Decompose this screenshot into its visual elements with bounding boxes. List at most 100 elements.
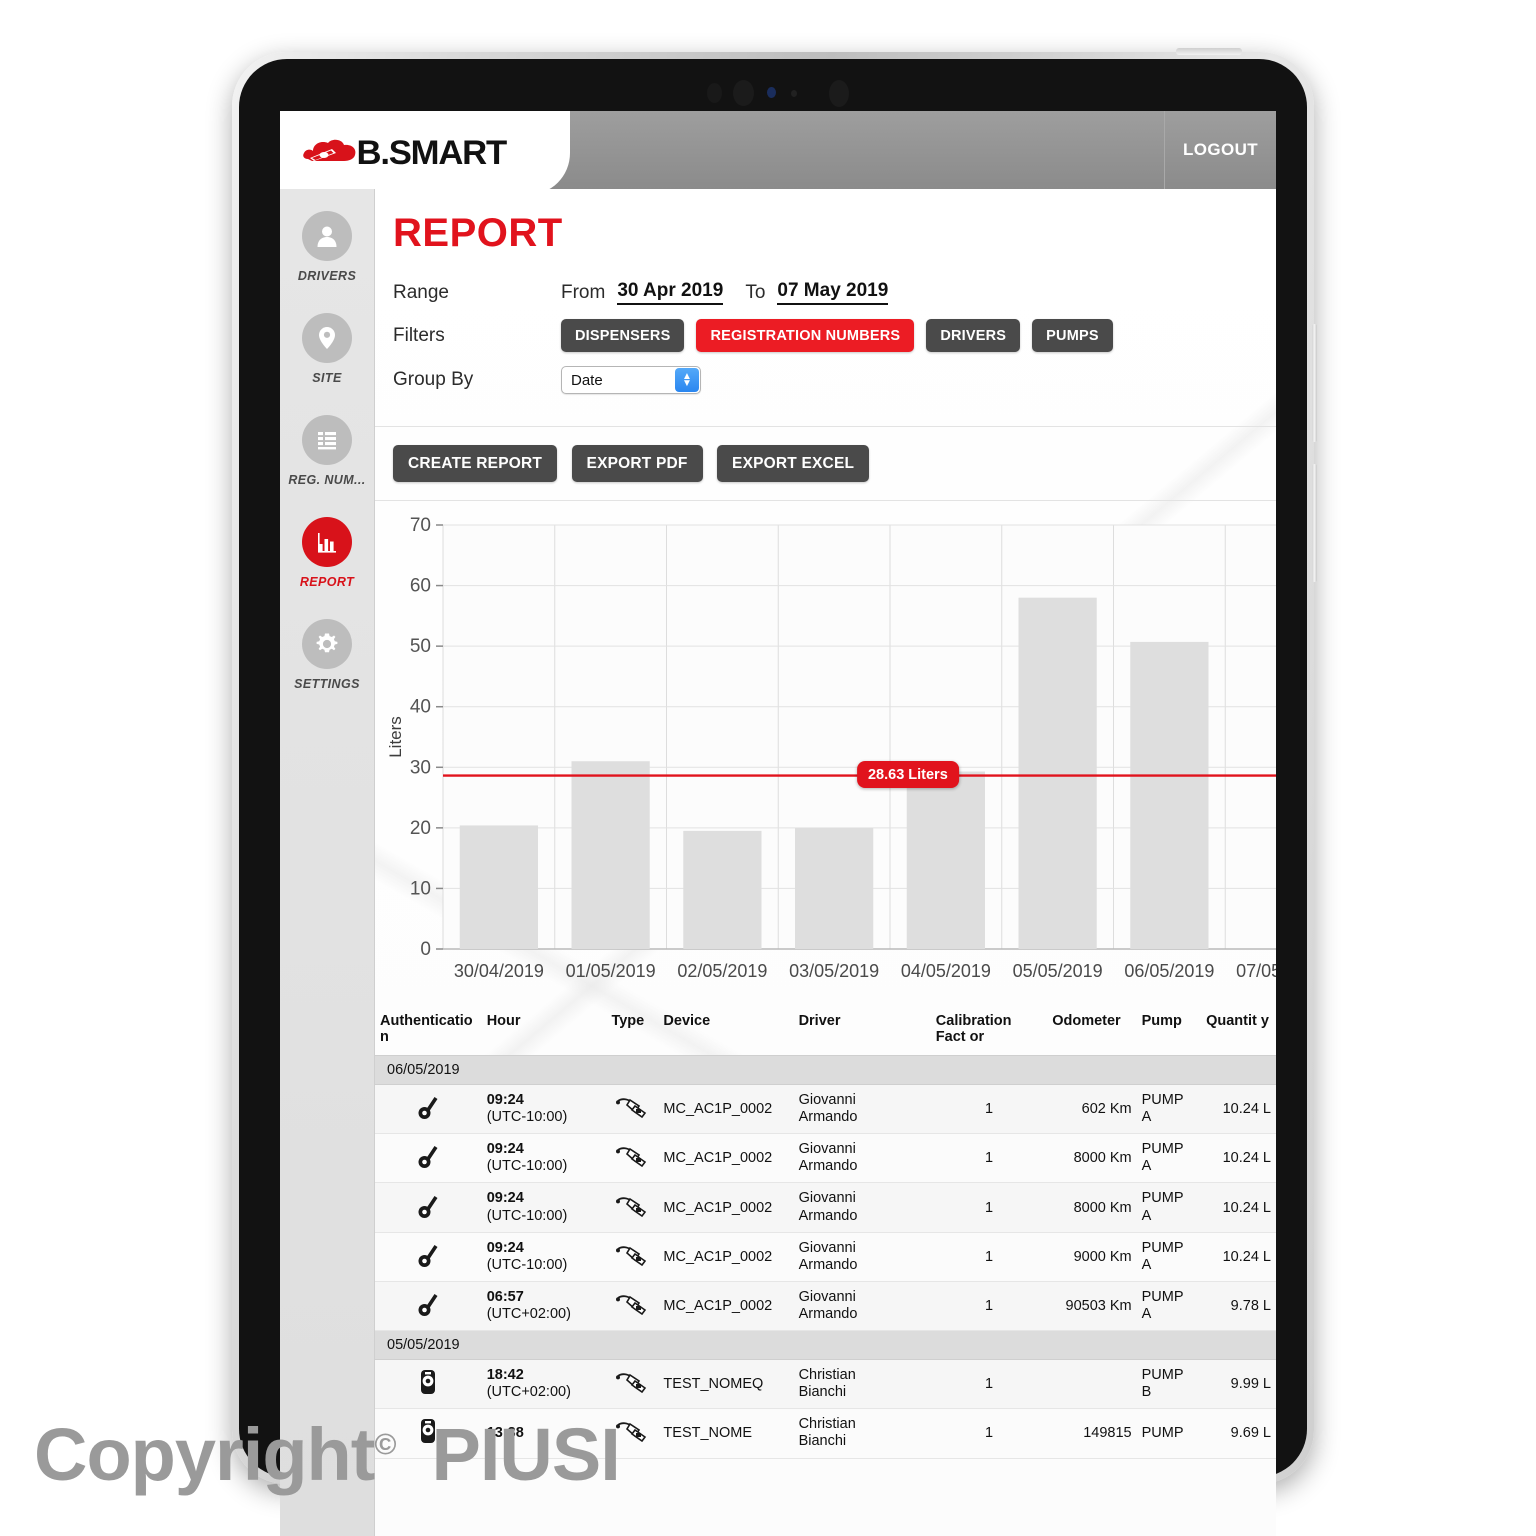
cell-pump: PUMP A	[1136, 1281, 1202, 1332]
cell-hour: 09:24 (UTC-10:00)	[481, 1182, 607, 1233]
cell-driver: Giovanni Armando	[793, 1281, 931, 1332]
col-hour[interactable]: Hour	[481, 1007, 607, 1056]
cell-quantity: 10.24 L	[1201, 1133, 1276, 1184]
svg-text:02/05/2019: 02/05/2019	[677, 961, 767, 981]
cell-calibration-factor: 1	[930, 1084, 1048, 1135]
table-body: 06/05/2019 09:24 (UTC-10:00) MC_AC1P_0002 Gi…	[375, 1055, 1276, 1459]
hour-value: 09:24	[486, 1092, 524, 1108]
map-pin-icon	[302, 313, 352, 363]
table-row[interactable]: 06:57 (UTC+02:00) MC_AC1P_0002 Giovanni Arma…	[375, 1281, 1276, 1332]
col-driver[interactable]: Driver	[793, 1007, 931, 1056]
list-icon	[302, 415, 352, 465]
fuel-nozzle-icon	[615, 1147, 649, 1171]
group-date-label: 06/05/2019	[375, 1055, 1276, 1085]
hour-timezone: (UTC+02:00)	[486, 1384, 571, 1401]
svg-text:05/05/2019: 05/05/2019	[1013, 961, 1103, 981]
svg-text:20: 20	[410, 818, 431, 839]
svg-text:40: 40	[410, 697, 431, 718]
brand-logo[interactable]: B.SMART	[280, 111, 570, 195]
ibutton-key-icon	[417, 1146, 439, 1174]
svg-text:04/05/2019: 04/05/2019	[901, 961, 991, 981]
hour-value: 09:24	[486, 1239, 524, 1256]
sidebar-item-drivers[interactable]: DRIVERS	[280, 211, 374, 283]
sensor-dot-2	[767, 87, 776, 98]
svg-text:0: 0	[420, 939, 431, 960]
cell-odometer: 8000 Km	[1047, 1133, 1137, 1184]
cell-hour: 13:38	[481, 1408, 607, 1459]
sidebar-label-site: SITE	[312, 371, 342, 385]
svg-text:30: 30	[410, 757, 431, 778]
col-device[interactable]: Device	[658, 1007, 794, 1056]
group-by-select[interactable]: Date ▲ ▼	[561, 366, 701, 394]
table-row[interactable]: 09:24 (UTC-10:00) MC_AC1P_0002 Giovanni Arma…	[375, 1182, 1276, 1233]
table-row[interactable]: 13:38 TEST_NOME Christian Bianchi 1 149815 PUM…	[375, 1408, 1276, 1459]
cell-authentication-icon	[375, 1182, 482, 1233]
app-header: B.SMART LOGOUT	[280, 111, 1276, 195]
fuel-nozzle-icon	[615, 1246, 649, 1270]
filter-registration-numbers-button[interactable]: REGISTRATION NUMBERS	[696, 319, 915, 352]
export-excel-button[interactable]: EXPORT EXCEL	[717, 445, 870, 482]
cell-odometer: 8000 Km	[1047, 1182, 1137, 1233]
cell-type-icon	[606, 1084, 659, 1135]
sidebar-item-report[interactable]: REPORT	[280, 517, 374, 589]
table-row[interactable]: 09:24 (UTC-10:00) MC_AC1P_0002 Giovanni Arma…	[375, 1133, 1276, 1184]
hour-value: 06:57	[486, 1288, 524, 1305]
tablet-volume-up-button[interactable]	[1312, 324, 1317, 442]
filter-pumps-button[interactable]: PUMPS	[1032, 319, 1113, 352]
group-by-value: Date	[571, 371, 603, 389]
export-pdf-button[interactable]: EXPORT PDF	[571, 445, 703, 482]
gear-icon	[302, 619, 352, 669]
col-pump[interactable]: Pump	[1136, 1007, 1202, 1056]
create-report-button[interactable]: CREATE REPORT	[393, 445, 558, 482]
cell-quantity: 9.99 L	[1201, 1359, 1276, 1410]
hour-timezone: (UTC-10:00)	[486, 1158, 568, 1175]
ibutton-key-icon	[417, 1244, 439, 1273]
col-odometer[interactable]: Odometer	[1047, 1007, 1137, 1056]
from-label: From	[561, 281, 606, 303]
table-row[interactable]: 18:42 (UTC+02:00) TEST_NOMEQ Christian Bianc…	[375, 1359, 1276, 1410]
filter-drivers-button[interactable]: DRIVERS	[926, 319, 1021, 352]
cell-device: TEST_NOMEQ	[658, 1359, 794, 1410]
to-date-input[interactable]: 07 May 2019	[777, 280, 889, 305]
table-row[interactable]: 09:24 (UTC-10:00) MC_AC1P_0002 Giovanni Arma…	[375, 1232, 1276, 1282]
sidebar-label-settings: SETTINGS	[294, 677, 360, 691]
fuel-nozzle-icon	[615, 1373, 649, 1397]
sidebar-item-site[interactable]: SITE	[280, 313, 374, 385]
range-label: Range	[393, 281, 449, 303]
svg-text:07/05/2019: 07/05/2019	[1236, 961, 1276, 981]
table-row[interactable]: 09:24 (UTC-10:00) MC_AC1P_0002 Giovanni Arma…	[375, 1084, 1276, 1135]
cell-device: MC_AC1P_0002	[658, 1084, 794, 1135]
cell-type-icon	[606, 1182, 659, 1233]
table-group-header: 06/05/2019	[375, 1055, 1276, 1085]
col-authentication[interactable]: Authenticatio n	[375, 1007, 482, 1056]
cell-driver: Christian Bianchi	[793, 1359, 931, 1410]
col-type[interactable]: Type	[606, 1007, 659, 1056]
sidebar-item-settings[interactable]: SETTINGS	[280, 619, 374, 691]
cell-pump: PUMP A	[1136, 1182, 1202, 1233]
filter-dispensers-button[interactable]: DISPENSERS	[561, 319, 685, 352]
app-body: DRIVERS SITE REG. NUM... REPORT SETTINGS…	[280, 189, 1276, 1536]
col-calibration-factor[interactable]: Calibration Fact or	[930, 1007, 1048, 1056]
sidebar-item-reg-numbers[interactable]: REG. NUM...	[280, 415, 374, 487]
table-header-row: Authenticatio n Hour Type Device Driver …	[375, 1007, 1276, 1056]
tablet-power-button[interactable]	[1176, 48, 1242, 55]
cell-device: MC_AC1P_0002	[658, 1232, 794, 1282]
cell-device: MC_AC1P_0002	[658, 1281, 794, 1332]
hour-timezone: (UTC+02:00)	[486, 1305, 571, 1322]
tablet-volume-down-button[interactable]	[1312, 464, 1317, 582]
cell-pump: PUMP A	[1136, 1133, 1202, 1184]
col-quantity[interactable]: Quantit y	[1201, 1007, 1276, 1056]
action-bar: CREATE REPORT EXPORT PDF EXPORT EXCEL	[375, 427, 1276, 501]
logout-button[interactable]: LOGOUT	[1164, 111, 1276, 189]
cell-quantity: 10.24 L	[1201, 1084, 1276, 1135]
cell-calibration-factor: 1	[930, 1133, 1048, 1184]
sidebar-label-reg-numbers: REG. NUM...	[288, 473, 366, 487]
filters-label: Filters	[393, 324, 445, 346]
from-date-input[interactable]: 30 Apr 2019	[617, 280, 724, 305]
rfid-tag-icon	[417, 1419, 439, 1449]
tablet-device-frame: B.SMART LOGOUT DRIVERS SITE REG. NUM... …	[232, 48, 1317, 1536]
ibutton-key-icon	[417, 1293, 439, 1322]
consumption-bar-chart: 0 10 20 30 40 50 60 70 Liters 30/04/2019 01/05/201…	[375, 501, 1276, 1001]
chevron-up-down-icon[interactable]: ▲ ▼	[675, 368, 699, 392]
svg-text:70: 70	[410, 515, 431, 536]
